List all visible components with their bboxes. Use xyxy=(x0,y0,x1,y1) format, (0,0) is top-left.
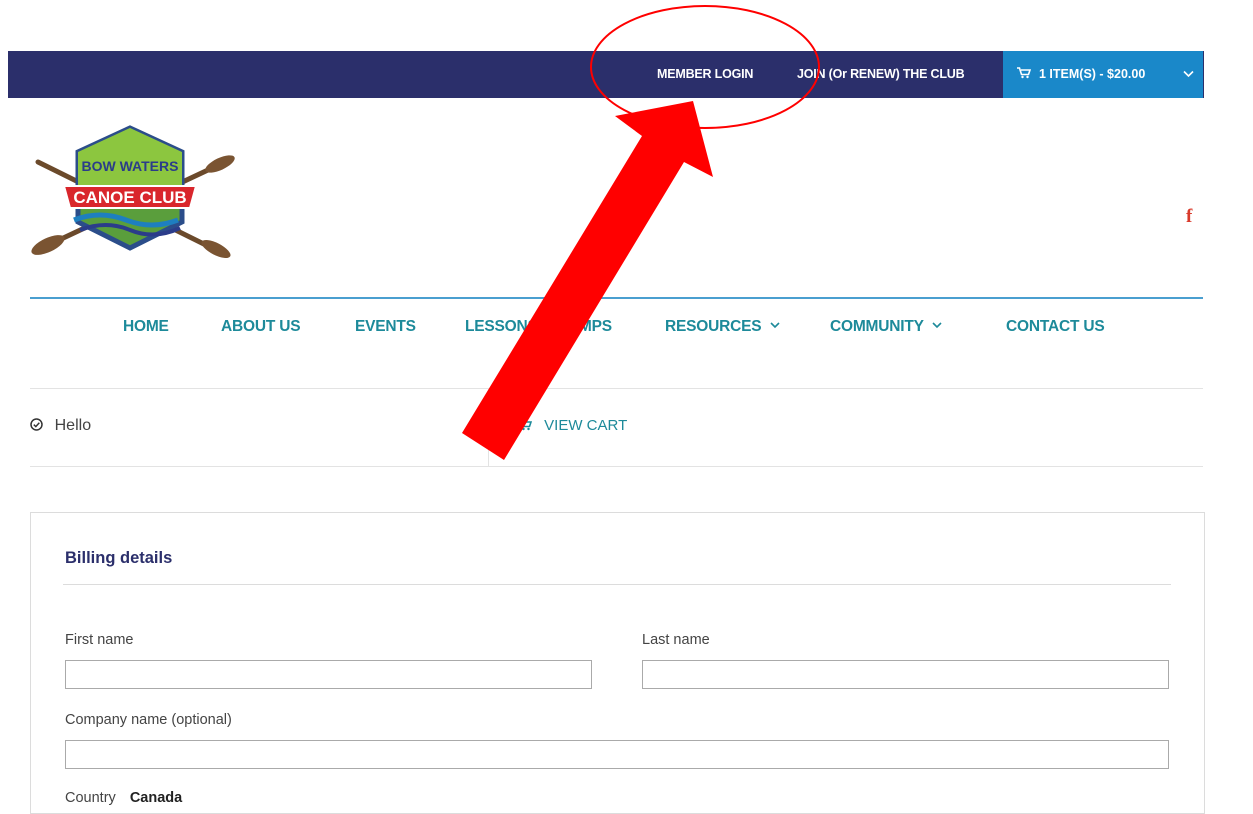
annotation-ellipse xyxy=(590,5,820,129)
annotation-overlay xyxy=(462,5,820,460)
annotation-arrow xyxy=(462,101,713,460)
